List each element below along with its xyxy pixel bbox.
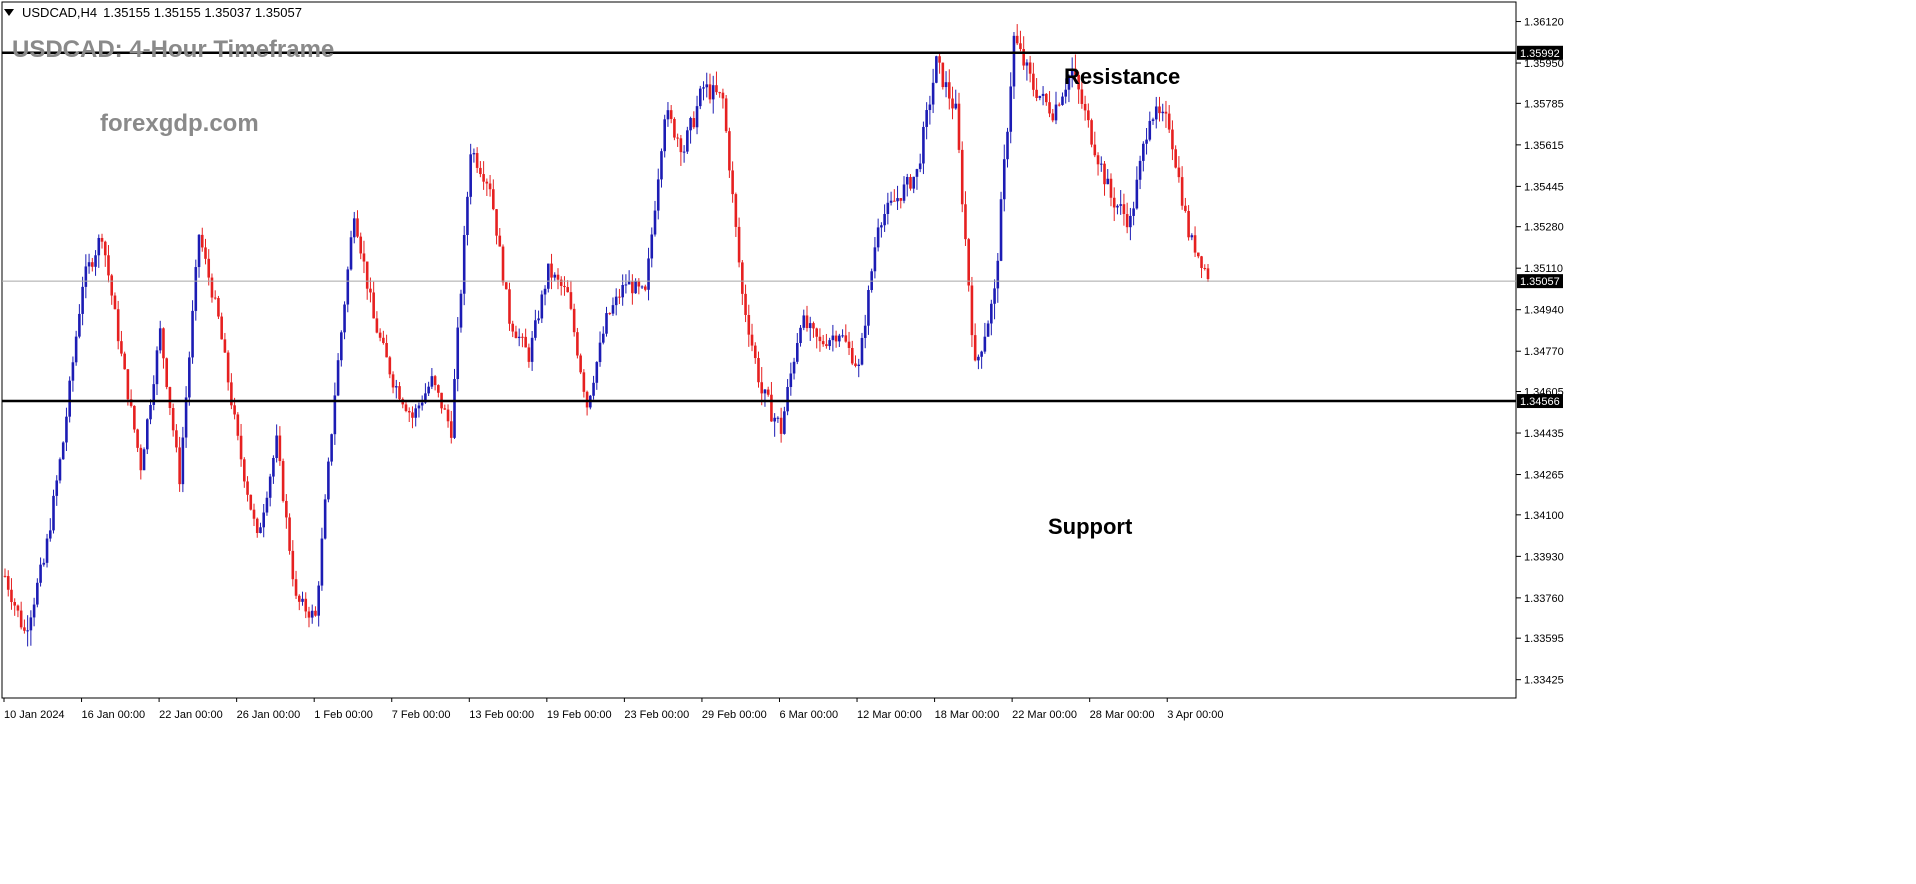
y-tick-label: 1.36120 — [1524, 17, 1564, 29]
x-tick-label: 22 Jan 00:00 — [159, 709, 223, 721]
resistance-price-tag-text: 1.35992 — [1520, 48, 1560, 60]
price-axis: 1.36120 1.35950 1.35785 1.35615 1.35445 1.352… — [1516, 17, 1564, 687]
x-tick-label: 10 Jan 2024 — [4, 709, 65, 721]
x-tick-label: 29 Feb 00:00 — [702, 709, 767, 721]
symbol-info-bar[interactable]: USDCAD,H4 1.35155 1.35155 1.35037 1.3505… — [4, 5, 302, 20]
x-tick-label: 22 Mar 00:00 — [1012, 709, 1077, 721]
support-label: Support — [1048, 514, 1133, 539]
symbol-timeframe: USDCAD,H4 — [22, 5, 98, 20]
x-tick-label: 3 Apr 00:00 — [1167, 709, 1223, 721]
x-tick-label: 6 Mar 00:00 — [779, 709, 838, 721]
y-tick-label: 1.35785 — [1524, 98, 1564, 110]
x-tick-label: 1 Feb 00:00 — [314, 709, 373, 721]
dropdown-triangle-icon[interactable] — [4, 9, 14, 16]
ohlc-values: 1.35155 1.35155 1.35037 1.35057 — [103, 5, 302, 20]
site-watermark: forexgdp.com — [100, 110, 259, 137]
y-tick-label: 1.35445 — [1524, 181, 1564, 193]
time-axis: 10 Jan 2024 16 Jan 00:00 22 Jan 00:00 26 Ja… — [3, 698, 1224, 721]
x-tick-label: 23 Feb 00:00 — [624, 709, 689, 721]
y-tick-label: 1.33425 — [1524, 675, 1564, 687]
y-tick-label: 1.35615 — [1524, 140, 1564, 152]
y-tick-label: 1.34265 — [1524, 470, 1564, 482]
x-tick-label: 18 Mar 00:00 — [935, 709, 1000, 721]
x-tick-label: 26 Jan 00:00 — [237, 709, 301, 721]
x-tick-label: 16 Jan 00:00 — [82, 709, 146, 721]
y-tick-label: 1.33930 — [1524, 551, 1564, 563]
price-chart: 1.36120 1.35950 1.35785 1.35615 1.35445 1.352… — [1, 1, 1564, 721]
current-price-tag-text: 1.35057 — [1520, 276, 1560, 288]
y-tick-label: 1.35110 — [1524, 263, 1563, 275]
resistance-label: Resistance — [1064, 64, 1181, 89]
y-tick-label: 1.34100 — [1524, 510, 1564, 522]
x-tick-label: 12 Mar 00:00 — [857, 709, 922, 721]
chart-title-watermark: USDCAD: 4-Hour Timeframe — [12, 36, 335, 63]
y-tick-label: 1.34940 — [1524, 305, 1564, 317]
chart-frame — [1, 1, 1517, 699]
x-tick-label: 28 Mar 00:00 — [1090, 709, 1155, 721]
y-tick-label: 1.35950 — [1524, 58, 1564, 70]
x-tick-label: 7 Feb 00:00 — [392, 709, 451, 721]
y-tick-label: 1.34770 — [1524, 346, 1564, 358]
support-price-tag-text: 1.34566 — [1520, 396, 1560, 408]
y-tick-label: 1.35280 — [1524, 222, 1564, 234]
y-tick-label: 1.34435 — [1524, 428, 1564, 440]
x-tick-label: 13 Feb 00:00 — [469, 709, 534, 721]
y-tick-label: 1.33595 — [1524, 633, 1564, 645]
x-tick-label: 19 Feb 00:00 — [547, 709, 612, 721]
y-tick-label: 1.33760 — [1524, 593, 1564, 605]
